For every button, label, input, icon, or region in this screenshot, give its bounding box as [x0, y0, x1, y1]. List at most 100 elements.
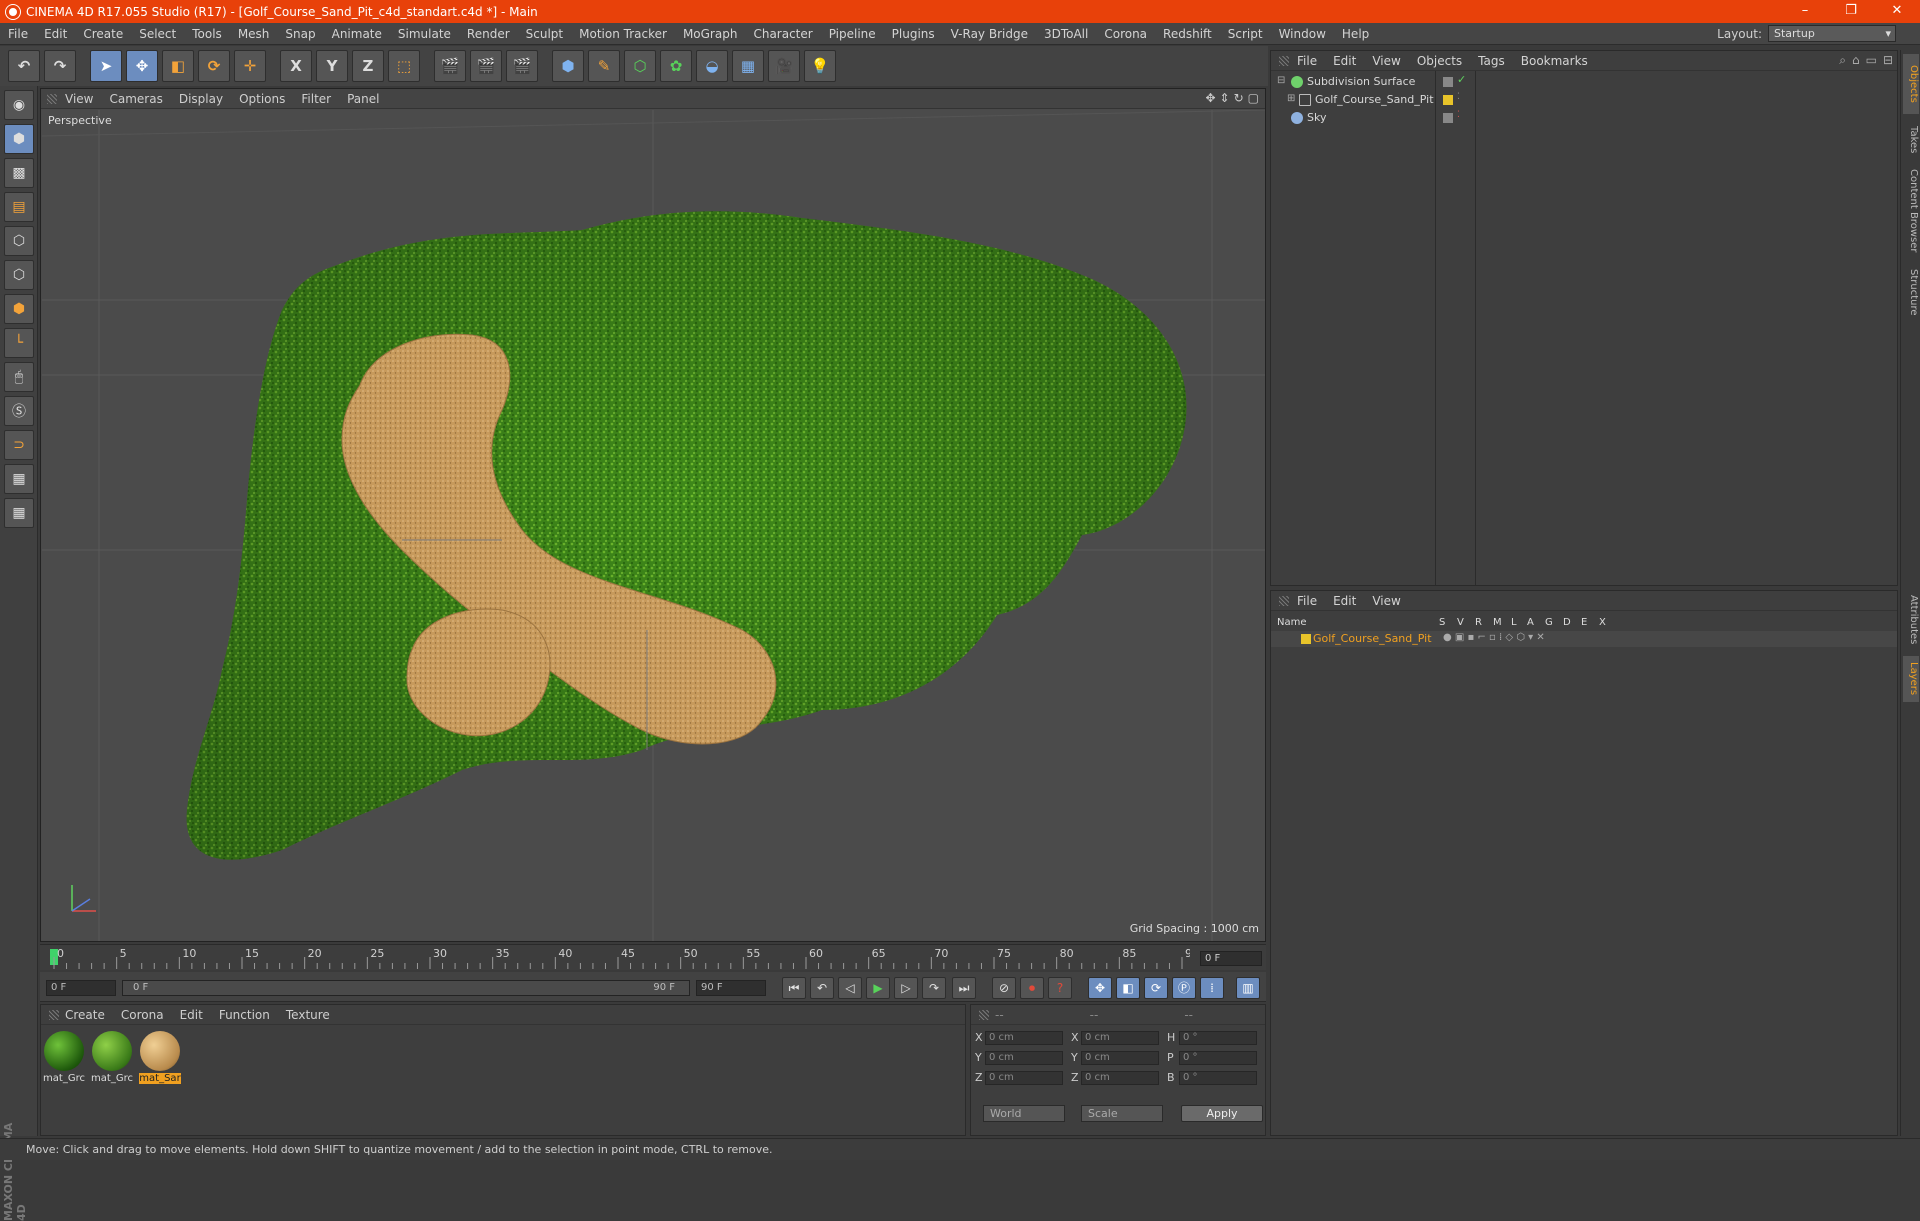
material-menu-function[interactable]: Function — [219, 1008, 270, 1022]
apply-button[interactable]: Apply — [1181, 1105, 1263, 1122]
material-menu-create[interactable]: Create — [65, 1008, 105, 1022]
axis-mode-button[interactable]: └ — [4, 328, 34, 358]
tab-attributes[interactable]: Attributes — [1903, 590, 1919, 650]
collapse-toggle-icon[interactable]: ⊟ — [1277, 75, 1285, 86]
add-camera-button[interactable]: 🎥 — [768, 50, 800, 82]
edges-mode-button[interactable]: ⬡ — [4, 260, 34, 290]
object-row[interactable]: ⊟ Subdivision Surface ✓ — [1277, 73, 1887, 91]
add-floor-button[interactable]: ▦ — [732, 50, 764, 82]
workplane-rotate-button[interactable]: ▦ — [4, 498, 34, 528]
material-menu-edit[interactable]: Edit — [180, 1008, 203, 1022]
material-swatch[interactable]: mat_Sar — [139, 1031, 181, 1084]
menu-pipeline[interactable]: Pipeline — [829, 27, 876, 41]
rotation-p-field[interactable]: 0 ° — [1179, 1051, 1257, 1065]
orbit-icon[interactable]: ↻ — [1234, 91, 1244, 105]
tab-structure[interactable]: Structure — [1903, 262, 1919, 322]
menu-tools[interactable]: Tools — [192, 27, 222, 41]
key-scale-button[interactable]: ◧ — [1116, 977, 1140, 999]
visibility-dots-icon[interactable]: ⁚ — [1457, 92, 1460, 102]
coordinate-system-button[interactable]: ⬚ — [388, 50, 420, 82]
expand-panel-icon[interactable]: ⊟ — [1883, 53, 1893, 68]
tab-content-browser[interactable]: Content Browser — [1903, 166, 1919, 256]
pan-icon[interactable]: ✥ — [1205, 91, 1215, 105]
texture-mode-button[interactable]: ▩ — [4, 158, 34, 188]
menu-sculpt[interactable]: Sculpt — [526, 27, 563, 41]
lm-menu-file[interactable]: File — [1297, 594, 1317, 608]
rotate-tool-button[interactable]: ⟳ — [198, 50, 230, 82]
zoom-icon[interactable]: ⇕ — [1220, 91, 1230, 105]
layout-dropdown[interactable]: Startup — [1768, 25, 1896, 42]
timeline-ruler[interactable]: 0 5 10 15 20 25 30 35 40 45 50 55 60 65 70 75 80 85 90 — [50, 945, 1190, 971]
viewport-menu-display[interactable]: Display — [179, 92, 223, 106]
timeline-window-button[interactable]: ▥ — [1236, 977, 1260, 999]
next-frame-button[interactable]: ▷ — [894, 977, 918, 999]
toggle-layout-icon[interactable]: ▢ — [1248, 91, 1259, 105]
layer-color-swatch[interactable] — [1301, 634, 1311, 644]
menu-file[interactable]: File — [8, 27, 28, 41]
tab-layers[interactable]: Layers — [1903, 656, 1919, 702]
render-settings-button[interactable]: 🎬 — [506, 50, 538, 82]
tab-objects[interactable]: Objects — [1903, 54, 1919, 114]
workplane-lock-button[interactable]: ▦ — [4, 464, 34, 494]
render-column-header[interactable]: R — [1475, 617, 1482, 628]
size-z-field[interactable]: 0 cm — [1081, 1071, 1159, 1085]
menu-animate[interactable]: Animate — [332, 27, 382, 41]
panel-grip-icon[interactable] — [1279, 596, 1289, 606]
rotation-b-field[interactable]: 0 ° — [1179, 1071, 1257, 1085]
viewport-menu-view[interactable]: View — [65, 92, 93, 106]
add-cube-button[interactable]: ⬢ — [552, 50, 584, 82]
viewport-canvas[interactable]: Perspective Grid Spacing : 1000 cm — [42, 110, 1265, 941]
enabled-check-icon[interactable]: ✓ — [1457, 73, 1466, 86]
panel-grip-icon[interactable] — [979, 1010, 989, 1020]
position-z-field[interactable]: 0 cm — [985, 1071, 1063, 1085]
undo-button[interactable]: ↶ — [8, 50, 40, 82]
object-name[interactable]: Golf_Course_Sand_Pit — [1315, 93, 1434, 106]
menu-help[interactable]: Help — [1342, 27, 1369, 41]
keyframe-selection-button[interactable]: ? — [1048, 977, 1072, 999]
om-menu-bookmarks[interactable]: Bookmarks — [1521, 54, 1588, 68]
layer-name[interactable]: Golf_Course_Sand_Pit — [1313, 632, 1432, 645]
y-axis-lock-button[interactable]: Y — [316, 50, 348, 82]
view-column-header[interactable]: V — [1457, 617, 1464, 628]
om-menu-tags[interactable]: Tags — [1478, 54, 1505, 68]
points-mode-button[interactable]: ⬡ — [4, 226, 34, 256]
next-key-button[interactable]: ↷ — [922, 977, 946, 999]
play-button[interactable]: ▶ — [866, 977, 890, 999]
add-spline-button[interactable]: ✎ — [588, 50, 620, 82]
redo-button[interactable]: ↷ — [44, 50, 76, 82]
object-name[interactable]: Subdivision Surface — [1307, 75, 1415, 88]
size-x-field[interactable]: 0 cm — [1081, 1031, 1159, 1045]
coordinate-mode-dropdown[interactable]: Scale — [1081, 1105, 1163, 1122]
object-row[interactable]: Sky ⁚ — [1277, 109, 1887, 127]
make-editable-button[interactable]: ◉ — [4, 90, 34, 120]
autokey-button[interactable]: ⏺ — [1020, 977, 1044, 999]
material-swatch[interactable]: mat_Grc — [43, 1031, 85, 1084]
om-menu-view[interactable]: View — [1372, 54, 1400, 68]
material-menu-corona[interactable]: Corona — [121, 1008, 164, 1022]
goto-end-button[interactable]: ⏭ — [952, 977, 976, 999]
menu-corona[interactable]: Corona — [1104, 27, 1147, 41]
menu-select[interactable]: Select — [139, 27, 176, 41]
menu-script[interactable]: Script — [1228, 27, 1263, 41]
key-pla-button[interactable]: ⁞ — [1200, 977, 1224, 999]
key-parameter-button[interactable]: Ⓟ — [1172, 977, 1196, 999]
material-swatch[interactable]: mat_Grc — [91, 1031, 133, 1084]
add-subdivision-button[interactable]: ⬡ — [624, 50, 656, 82]
menu-render[interactable]: Render — [467, 27, 510, 41]
menu-create[interactable]: Create — [83, 27, 123, 41]
size-y-field[interactable]: 0 cm — [1081, 1051, 1159, 1065]
object-row[interactable]: ⊞ Golf_Course_Sand_Pit ⁚ — [1277, 91, 1887, 109]
position-x-field[interactable]: 0 cm — [985, 1031, 1063, 1045]
menu-snap[interactable]: Snap — [285, 27, 315, 41]
menu-plugins[interactable]: Plugins — [892, 27, 935, 41]
panel-grip-icon[interactable] — [1279, 56, 1289, 66]
minimize-panel-icon[interactable]: ▭ — [1866, 53, 1877, 68]
solo-column-header[interactable]: S — [1439, 617, 1445, 628]
menu-mesh[interactable]: Mesh — [238, 27, 270, 41]
transform-tool-button[interactable]: ✛ — [234, 50, 266, 82]
menu-simulate[interactable]: Simulate — [398, 27, 451, 41]
timeline-ruler-bar[interactable]: 0 5 10 15 20 25 30 35 40 45 50 55 60 65 70 75 80 85 90 0 F — [40, 944, 1266, 970]
maximize-button[interactable]: ❐ — [1828, 0, 1874, 23]
prev-key-button[interactable]: ↶ — [810, 977, 834, 999]
lm-menu-view[interactable]: View — [1372, 594, 1400, 608]
